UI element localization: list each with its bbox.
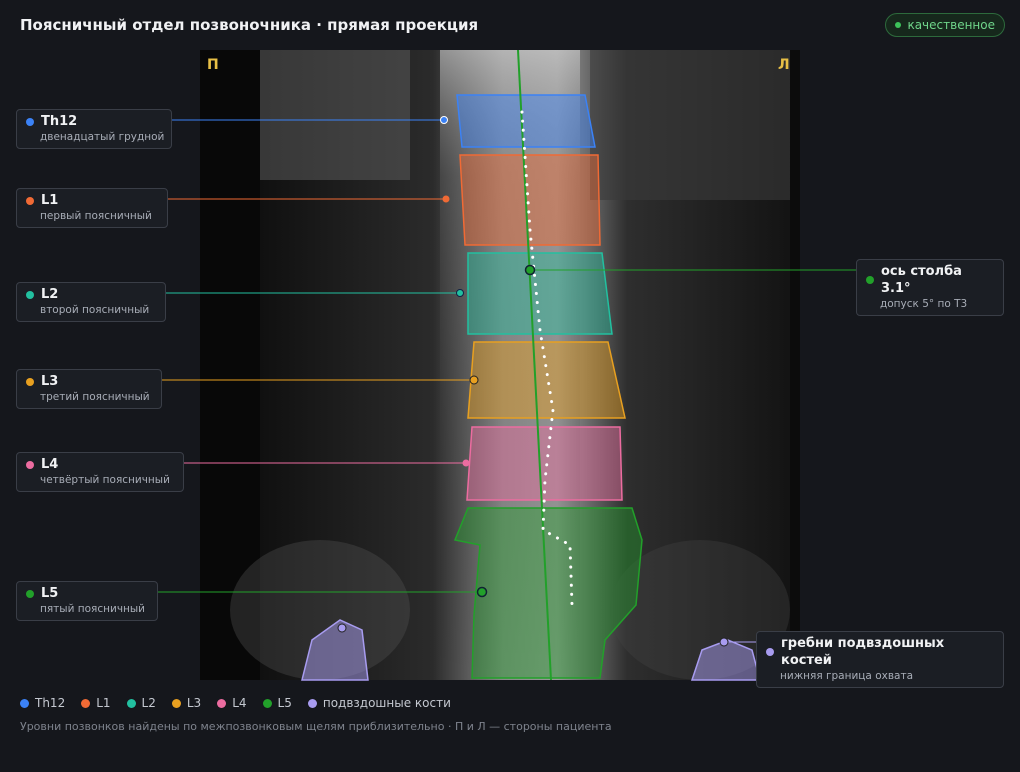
legend-item-l2[interactable]: L2 [126, 696, 156, 710]
axis-dot-icon [866, 276, 874, 284]
label-spine-axis[interactable]: ось столба 3.1° допуск 5° по Т3 [856, 259, 1004, 316]
xray-image[interactable] [200, 50, 800, 680]
legend-l4-swatch-icon [217, 698, 227, 708]
label-l4-name: L4 [41, 457, 59, 472]
label-l1[interactable]: L1 первый поясничный [16, 188, 168, 228]
label-th12-name: Th12 [41, 114, 78, 129]
label-l2[interactable]: L2 второй поясничный [16, 282, 166, 322]
quality-badge: качественное [885, 13, 1005, 37]
legend-l1-label: L1 [96, 696, 111, 710]
label-l2-name: L2 [41, 287, 59, 302]
label-l1-desc: первый поясничный [40, 210, 152, 222]
label-iliac-desc: нижняя граница охвата [780, 670, 914, 682]
label-l3[interactable]: L3 третий поясничный [16, 369, 162, 409]
label-l5-desc: пятый поясничный [40, 603, 145, 615]
legend-l3-label: L3 [186, 696, 202, 710]
legend-th12-label: Th12 [35, 696, 66, 710]
quality-badge-label: качественное [907, 18, 995, 32]
label-l2-desc: второй поясничный [40, 304, 150, 316]
l1-dot-icon [26, 196, 34, 205]
label-l3-desc: третий поясничный [40, 391, 150, 403]
legend-l5-label: L5 [277, 696, 292, 710]
label-l5-name: L5 [41, 586, 59, 601]
legend-l2-label: L2 [141, 696, 156, 710]
l5-dot-icon [26, 589, 34, 598]
footnote: Уровни позвонков найдены по межпозвонков… [20, 720, 612, 733]
l4-dot-icon [26, 460, 34, 469]
legend-iliac-label: подвздошные кости [322, 696, 451, 710]
legend-iliac-swatch-icon [307, 698, 317, 708]
legend-item-l5[interactable]: L5 [262, 696, 292, 710]
side-marker-right: П [207, 57, 219, 73]
label-axis-title: ось столба 3.1° [881, 264, 962, 296]
legend-item-l4[interactable]: L4 [217, 696, 247, 710]
label-iliac-title: гребни подвздошных костей [781, 636, 945, 668]
label-iliac-crests[interactable]: гребни подвздошных костей нижняя граница… [756, 631, 1004, 688]
l3-dot-icon [26, 377, 34, 386]
side-marker-left: Л [778, 57, 790, 73]
page-title: Поясничный отдел позвоночника · прямая п… [20, 16, 479, 34]
label-th12[interactable]: Th12 двенадцатый грудной [16, 109, 172, 149]
label-th12-desc: двенадцатый грудной [40, 131, 165, 143]
legend-l3-swatch-icon [171, 698, 181, 708]
legend-l5-swatch-icon [262, 698, 272, 708]
legend-item-l1[interactable]: L1 [81, 696, 111, 710]
legend-l2-swatch-icon [126, 698, 136, 708]
l2-dot-icon [26, 290, 34, 299]
iliac-dot-icon [766, 648, 774, 656]
legend-item-th12[interactable]: Th12 [20, 696, 65, 710]
legend-l1-swatch-icon [81, 698, 91, 708]
legend-item-l3[interactable]: L3 [171, 696, 202, 710]
label-l4-desc: четвёртый поясничный [40, 474, 170, 486]
label-l4[interactable]: L4 четвёртый поясничный [16, 452, 184, 492]
legend-item-iliac[interactable]: подвздошные кости [307, 696, 451, 710]
status-dot-icon [895, 22, 902, 28]
legend: Th12 L1 L2 L3 L4 L5 подвздошные кости [20, 696, 451, 710]
label-l5[interactable]: L5 пятый поясничный [16, 581, 158, 621]
label-l3-name: L3 [41, 374, 59, 389]
legend-th12-swatch-icon [20, 698, 29, 708]
th12-dot-icon [26, 117, 34, 126]
legend-l4-label: L4 [232, 696, 247, 710]
label-l1-name: L1 [41, 193, 59, 208]
label-axis-desc: допуск 5° по Т3 [880, 298, 968, 310]
